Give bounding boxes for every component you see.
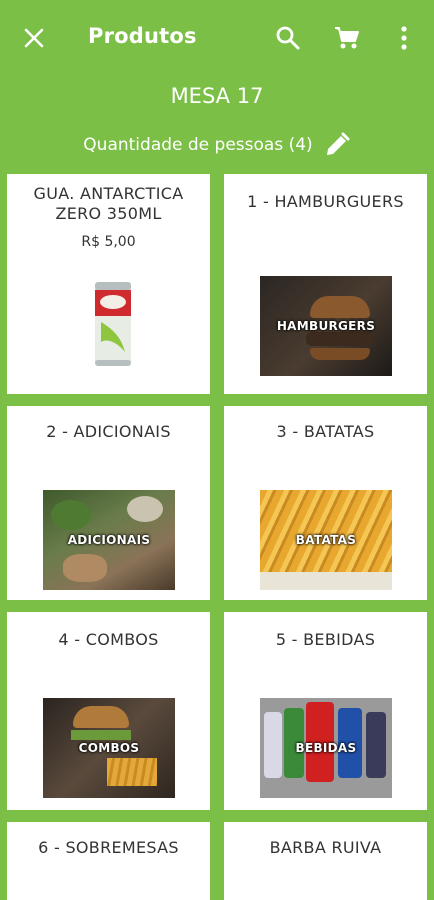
- category-image-caption: COMBOS: [78, 741, 140, 755]
- product-name: BARBA RUIVA: [269, 838, 382, 857]
- product-card[interactable]: BARBA RUIVA: [224, 822, 427, 900]
- product-name: 2 - ADICIONAIS: [46, 422, 171, 441]
- category-image-caption: BEBIDAS: [295, 741, 357, 755]
- soda-can-image: [95, 282, 131, 366]
- close-icon: [24, 28, 44, 48]
- product-name: 3 - BATATAS: [276, 422, 375, 441]
- product-card[interactable]: 2 - ADICIONAIS ADICIONAIS: [7, 406, 210, 600]
- page-title: Produtos: [88, 24, 197, 48]
- pencil-icon[interactable]: [323, 131, 351, 159]
- product-card[interactable]: 5 - BEBIDAS BEBIDAS: [224, 612, 427, 810]
- product-card[interactable]: 3 - BATATAS BATATAS: [224, 406, 427, 600]
- category-image-caption: HAMBURGERS: [276, 319, 376, 333]
- people-count-row[interactable]: Quantidade de pessoas (4): [0, 128, 434, 162]
- category-image: ADICIONAIS: [43, 490, 175, 590]
- product-name: 4 - COMBOS: [58, 630, 159, 649]
- product-name: 6 - SOBREMESAS: [38, 838, 179, 857]
- product-card[interactable]: 4 - COMBOS COMBOS: [7, 612, 210, 810]
- more-vert-icon: [401, 26, 407, 50]
- search-button[interactable]: [270, 20, 306, 56]
- table-label: MESA 17: [170, 84, 264, 108]
- category-image: BATATAS: [260, 490, 392, 590]
- close-button[interactable]: [16, 20, 52, 56]
- cart-icon: [335, 27, 359, 49]
- cart-button[interactable]: [329, 20, 365, 56]
- app-bar: Produtos: [0, 0, 434, 76]
- product-card[interactable]: 6 - SOBREMESAS: [7, 822, 210, 900]
- category-image: COMBOS: [43, 698, 175, 798]
- product-name: 1 - HAMBURGUERS: [247, 192, 404, 211]
- more-options-button[interactable]: [386, 20, 422, 56]
- product-card[interactable]: 1 - HAMBURGUERS HAMBURGERS: [224, 174, 427, 394]
- category-image: BEBIDAS: [260, 698, 392, 798]
- product-name: GUA. ANTARCTICA ZERO 350ML: [33, 184, 184, 223]
- search-icon: [276, 26, 300, 50]
- category-image-caption: ADICIONAIS: [67, 533, 151, 547]
- product-card[interactable]: GUA. ANTARCTICA ZERO 350ML R$ 5,00: [7, 174, 210, 394]
- product-price: R$ 5,00: [81, 234, 136, 250]
- category-image-caption: BATATAS: [295, 533, 357, 547]
- product-name: 5 - BEBIDAS: [275, 630, 376, 649]
- category-image: HAMBURGERS: [260, 276, 392, 376]
- people-count-label: Quantidade de pessoas (4): [83, 135, 313, 155]
- product-grid: GUA. ANTARCTICA ZERO 350ML R$ 5,00 1 - H…: [0, 172, 434, 900]
